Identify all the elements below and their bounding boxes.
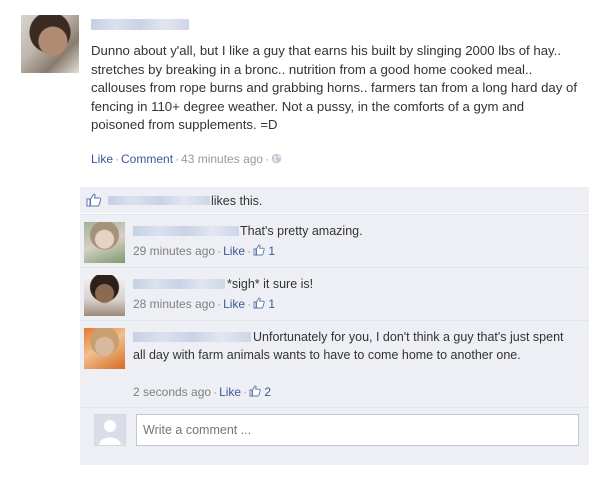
comment-text: Unfortunately for you, I don't think a g… bbox=[133, 330, 564, 362]
separator: · bbox=[213, 385, 218, 399]
comment-like-count[interactable]: 1 bbox=[268, 244, 275, 258]
comment-timestamp[interactable]: 2 seconds ago bbox=[133, 385, 211, 399]
comment-timestamp[interactable]: 29 minutes ago bbox=[133, 244, 215, 258]
comment-composer bbox=[80, 407, 589, 465]
comment-item: *sigh* it sure is! 28 minutes ago · Like · … bbox=[80, 267, 589, 320]
comment-input-box[interactable] bbox=[136, 414, 579, 446]
author-avatar[interactable] bbox=[21, 15, 79, 73]
comment-link[interactable]: Comment bbox=[121, 152, 173, 166]
comment-timestamp[interactable]: 28 minutes ago bbox=[133, 297, 215, 311]
comment-like-link[interactable]: Like bbox=[223, 297, 245, 311]
separator: · bbox=[247, 297, 252, 311]
small-thumbs-up-icon bbox=[253, 244, 265, 258]
globe-icon bbox=[271, 152, 282, 166]
liker-name[interactable] bbox=[108, 196, 210, 205]
comment-text: That's pretty amazing. bbox=[240, 224, 363, 238]
comment-like-count[interactable]: 2 bbox=[264, 385, 271, 399]
thumbs-up-icon bbox=[86, 193, 102, 210]
commenter-avatar[interactable] bbox=[84, 275, 125, 316]
author-name[interactable] bbox=[91, 19, 189, 30]
comment-meta: 28 minutes ago · Like · 1 bbox=[133, 297, 275, 311]
post-timestamp[interactable]: 43 minutes ago bbox=[181, 152, 263, 166]
small-thumbs-up-icon bbox=[249, 385, 261, 399]
comment-meta: 2 seconds ago · Like · 2 bbox=[133, 385, 271, 399]
default-avatar-icon bbox=[94, 414, 126, 446]
separator: · bbox=[247, 244, 252, 258]
separator: · bbox=[265, 152, 270, 166]
commenter-avatar[interactable] bbox=[84, 222, 125, 263]
comment-text: *sigh* it sure is! bbox=[227, 277, 314, 291]
post-text: Dunno about y'all, but I like a guy that… bbox=[91, 43, 577, 133]
small-thumbs-up-icon bbox=[253, 297, 265, 311]
comment-like-link[interactable]: Like bbox=[219, 385, 241, 399]
comment-input[interactable] bbox=[137, 415, 578, 445]
separator: · bbox=[115, 152, 120, 166]
comment-item: That's pretty amazing. 29 minutes ago · Li… bbox=[80, 214, 589, 267]
separator: · bbox=[217, 297, 222, 311]
separator: · bbox=[175, 152, 180, 166]
comment-like-count[interactable]: 1 bbox=[268, 297, 275, 311]
comment-item: Unfortunately for you, I don't think a g… bbox=[80, 320, 589, 407]
comment-meta: 29 minutes ago · Like · 1 bbox=[133, 244, 275, 258]
commenter-name[interactable] bbox=[133, 279, 225, 289]
separator: · bbox=[243, 385, 248, 399]
likes-text: likes this. bbox=[211, 194, 263, 208]
post-actions: Like · Comment · 43 minutes ago · bbox=[91, 152, 282, 166]
commenter-avatar[interactable] bbox=[84, 328, 125, 369]
comment-like-link[interactable]: Like bbox=[223, 244, 245, 258]
commenter-name[interactable] bbox=[133, 226, 239, 236]
separator: · bbox=[217, 244, 222, 258]
like-link[interactable]: Like bbox=[91, 152, 113, 166]
likes-summary: likes this. bbox=[80, 187, 589, 213]
